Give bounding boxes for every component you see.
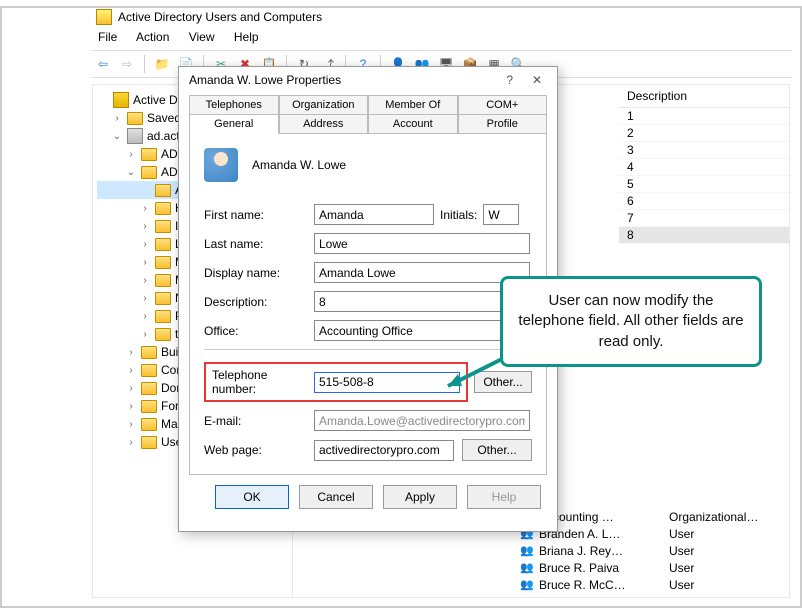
folder-icon xyxy=(155,310,171,323)
last-name-label: Last name: xyxy=(204,237,308,251)
description-cell: 7 xyxy=(619,210,789,227)
domain-icon xyxy=(127,128,143,144)
initials-label: Initials: xyxy=(440,208,477,222)
description-cell: 3 xyxy=(619,142,789,159)
help-button: Help xyxy=(467,485,541,509)
folder-icon xyxy=(155,256,171,269)
close-icon[interactable]: ✕ xyxy=(525,73,549,87)
initials-field xyxy=(483,204,519,225)
webpage-label: Web page: xyxy=(204,443,308,457)
folder-icon xyxy=(141,436,157,449)
folder-icon xyxy=(155,220,171,233)
folder-icon xyxy=(155,292,171,305)
folder-icon xyxy=(155,274,171,287)
cancel-button[interactable]: Cancel xyxy=(299,485,373,509)
tab-organization[interactable]: Organization xyxy=(279,95,369,114)
list-item[interactable]: Briana J. Rey…User xyxy=(511,542,758,559)
user-icon xyxy=(519,578,535,592)
office-label: Office: xyxy=(204,324,308,338)
user-icon xyxy=(519,544,535,558)
tab-address[interactable]: Address xyxy=(279,114,369,134)
annotation-callout: User can now modify the telephone field.… xyxy=(500,276,762,367)
description-cell: 8 xyxy=(619,227,789,244)
folder-icon xyxy=(155,184,171,197)
folder-icon xyxy=(141,148,157,161)
first-name-field xyxy=(314,204,434,225)
description-cell: 1 xyxy=(619,108,789,125)
webpage-field xyxy=(314,440,454,461)
email-label: E-mail: xyxy=(204,414,308,428)
description-cell: 2 xyxy=(619,125,789,142)
folder-icon xyxy=(141,418,157,431)
last-name-field xyxy=(314,233,530,254)
description-cell: 5 xyxy=(619,176,789,193)
folder-icon xyxy=(141,382,157,395)
folder-icon xyxy=(141,400,157,413)
list-item[interactable]: Bruce R. McC…User xyxy=(511,576,758,593)
tab-telephones[interactable]: Telephones xyxy=(189,95,279,114)
folder-icon xyxy=(141,166,157,179)
folder-icon xyxy=(155,328,171,341)
email-field xyxy=(314,410,530,431)
telephone-field[interactable] xyxy=(314,372,460,393)
avatar-icon xyxy=(204,148,238,182)
console-root-icon xyxy=(113,92,129,108)
folder-icon xyxy=(155,202,171,215)
description-cell: 4 xyxy=(619,159,789,176)
web-other-button[interactable]: Other... xyxy=(462,439,532,461)
description-field xyxy=(314,291,530,312)
folder-icon xyxy=(141,364,157,377)
ok-button[interactable]: OK xyxy=(215,485,289,509)
office-field xyxy=(314,320,530,341)
tab-member-of[interactable]: Member Of xyxy=(368,95,458,114)
description-cell: 6 xyxy=(619,193,789,210)
user-display-name: Amanda W. Lowe xyxy=(252,158,346,172)
display-name-field xyxy=(314,262,530,283)
apply-button[interactable]: Apply xyxy=(383,485,457,509)
help-icon[interactable]: ? xyxy=(498,73,522,87)
display-name-label: Display name: xyxy=(204,266,308,280)
folder-icon xyxy=(155,238,171,251)
tab-profile[interactable]: Profile xyxy=(458,114,548,134)
description-label: Description: xyxy=(204,295,308,309)
tab-account[interactable]: Account xyxy=(368,114,458,134)
first-name-label: First name: xyxy=(204,208,308,222)
telephone-label: Telephone number: xyxy=(212,368,308,396)
user-icon xyxy=(519,561,535,575)
tab-general[interactable]: General xyxy=(189,114,279,134)
list-item[interactable]: Bruce R. PaivaUser xyxy=(511,559,758,576)
tab-com+[interactable]: COM+ xyxy=(458,95,548,114)
folder-icon xyxy=(127,112,143,125)
folder-icon xyxy=(141,346,157,359)
description-header: Description xyxy=(619,85,789,108)
telephone-highlight: Telephone number: xyxy=(204,362,468,402)
dialog-title: Amanda W. Lowe Properties xyxy=(189,73,341,87)
